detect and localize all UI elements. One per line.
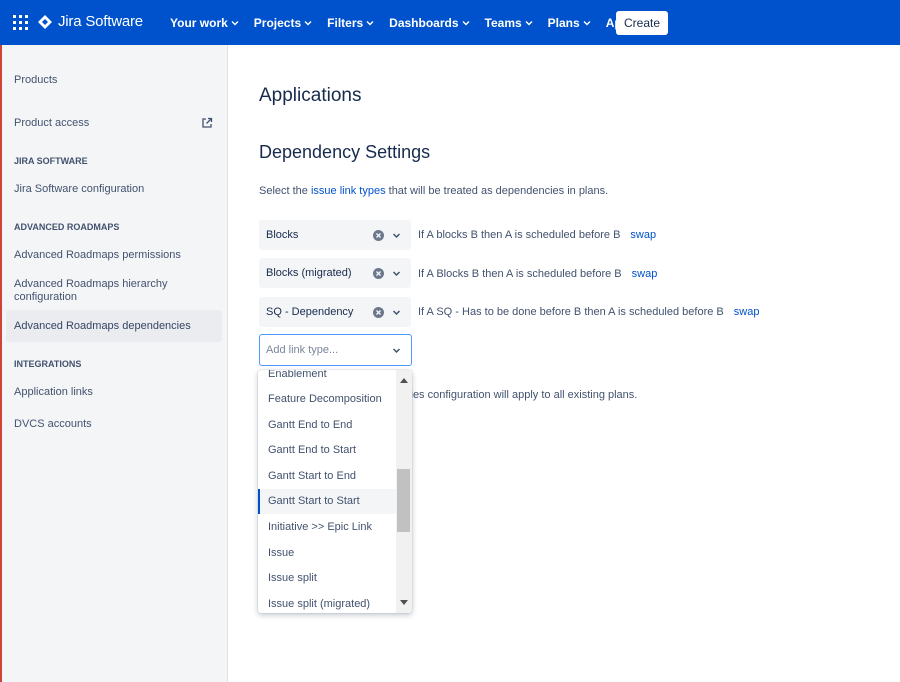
issue-link-types-link[interactable]: issue link types (311, 185, 386, 197)
dropdown-option-highlighted[interactable]: Gantt Start to Start (258, 489, 396, 514)
description-prefix: Select the (259, 185, 311, 197)
sidebar-item-products[interactable]: Products (14, 74, 57, 86)
sidebar-heading-advanced-roadmaps: ADVANCED ROADMAPS (14, 222, 120, 232)
dropdown-options: Enablement Feature Decomposition Gantt E… (258, 370, 396, 613)
nav-label: Projects (253, 15, 302, 30)
chevron-down-icon[interactable] (392, 308, 401, 317)
main-nav: Your work Projects Filters Dashboards Te… (170, 0, 662, 45)
select-value: Blocks (266, 229, 299, 241)
rule-text: If A Blocks B then A is scheduled before… (418, 268, 622, 280)
chevron-down-icon (304, 20, 312, 25)
nav-filters[interactable]: Filters (327, 16, 374, 30)
page-title: Applications (259, 85, 362, 106)
rule-text: If A blocks B then A is scheduled before… (418, 229, 621, 241)
select-value: Blocks (migrated) (266, 267, 352, 279)
description-suffix: that will be treated as dependencies in … (385, 185, 609, 197)
dropdown-option[interactable]: Gantt Start to End (258, 464, 396, 489)
sidebar-item-dvcs-accounts[interactable]: DVCS accounts (14, 418, 92, 430)
chevron-down-icon[interactable] (392, 269, 401, 278)
chevron-down-icon[interactable] (392, 346, 401, 355)
chevron-down-icon (583, 20, 591, 25)
link-type-dropdown-menu: Enablement Feature Decomposition Gantt E… (258, 370, 412, 613)
dropdown-scrollbar[interactable] (396, 370, 412, 613)
dropdown-option[interactable]: Enablement (258, 370, 396, 387)
dropdown-option[interactable]: Gantt End to Start (258, 438, 396, 463)
dropdown-option[interactable]: Issue split (258, 566, 396, 591)
nav-label: Filters (327, 15, 364, 30)
sidebar-item-advanced-roadmaps-permissions[interactable]: Advanced Roadmaps permissions (14, 249, 181, 261)
chevron-down-icon[interactable] (392, 231, 401, 240)
link-type-select[interactable]: SQ - Dependency (259, 297, 411, 327)
create-button[interactable]: Create (616, 11, 668, 35)
link-type-select[interactable]: Blocks (259, 220, 411, 250)
top-navigation-bar: Jira Software Your work Projects Filters… (0, 0, 900, 45)
sidebar-item-product-access[interactable]: Product access (14, 117, 89, 129)
nav-dashboards[interactable]: Dashboards (389, 15, 470, 30)
dropdown-option[interactable]: Issue (258, 541, 396, 566)
nav-label: Dashboards (389, 15, 459, 30)
nav-plans[interactable]: Plans (548, 16, 591, 30)
dependency-rule: If A Blocks B then A is scheduled before… (418, 268, 657, 280)
link-type-select[interactable]: Blocks (migrated) (259, 258, 411, 288)
scroll-down-arrow-icon[interactable] (400, 600, 408, 605)
sidebar-item-advanced-roadmaps-hierarchy[interactable]: Advanced Roadmaps hierarchy configuratio… (14, 278, 167, 304)
nav-label: Your work (170, 15, 228, 30)
add-link-type-select[interactable] (259, 334, 412, 366)
nav-label: Plans (547, 15, 580, 30)
nav-your-work[interactable]: Your work (170, 16, 239, 30)
swap-link[interactable]: swap (632, 268, 658, 280)
jira-logo-icon (38, 14, 52, 29)
chevron-down-icon (525, 20, 533, 25)
chevron-down-icon (366, 20, 374, 25)
dropdown-option[interactable]: Issue split (migrated) (258, 592, 396, 613)
add-link-type-input[interactable] (266, 344, 386, 356)
dropdown-option[interactable]: Feature Decomposition (258, 387, 396, 412)
dependency-rule: If A SQ - Has to be done before B then A… (418, 306, 759, 318)
swap-link[interactable]: swap (630, 229, 656, 241)
scroll-up-arrow-icon[interactable] (400, 378, 408, 383)
plans-note: cies configuration will apply to all exi… (405, 389, 638, 401)
sidebar-item-label: configuration (14, 291, 77, 303)
section-title: Dependency Settings (259, 142, 431, 162)
clear-icon[interactable] (373, 306, 384, 318)
sidebar-heading-jira-software: JIRA SOFTWARE (14, 156, 88, 166)
nav-teams[interactable]: Teams (485, 16, 533, 30)
sidebar-item-label: Advanced Roadmaps hierarchy (14, 278, 168, 290)
scrollbar-thumb[interactable] (397, 469, 410, 532)
select-value: SQ - Dependency (266, 306, 354, 318)
external-link-icon[interactable] (201, 117, 213, 129)
clear-icon[interactable] (373, 229, 384, 241)
jira-logo[interactable]: Jira Software (38, 13, 143, 30)
sidebar-item-application-links[interactable]: Application links (14, 386, 93, 398)
admin-sidebar: Products Product access JIRA SOFTWARE Ji… (0, 45, 228, 682)
description-text: Select the issue link types that will be… (259, 185, 608, 197)
clear-icon[interactable] (373, 267, 384, 279)
swap-link[interactable]: swap (734, 306, 760, 318)
chevron-down-icon (462, 20, 470, 25)
sidebar-item-jira-software-configuration[interactable]: Jira Software configuration (14, 183, 144, 195)
nav-label: Teams (484, 15, 522, 30)
logo-text: Jira Software (58, 13, 143, 30)
grid-icon[interactable] (13, 15, 28, 30)
chevron-down-icon (231, 20, 239, 25)
sidebar-item-advanced-roadmaps-dependencies[interactable]: Advanced Roadmaps dependencies (14, 320, 191, 332)
dropdown-option[interactable]: Gantt End to End (258, 413, 396, 438)
rule-text: If A SQ - Has to be done before B then A… (418, 306, 724, 318)
nav-projects[interactable]: Projects (254, 16, 312, 30)
sidebar-heading-integrations: INTEGRATIONS (14, 359, 82, 369)
dependency-rule: If A blocks B then A is scheduled before… (418, 229, 656, 241)
dropdown-option[interactable]: Initiative >> Epic Link (258, 515, 396, 540)
